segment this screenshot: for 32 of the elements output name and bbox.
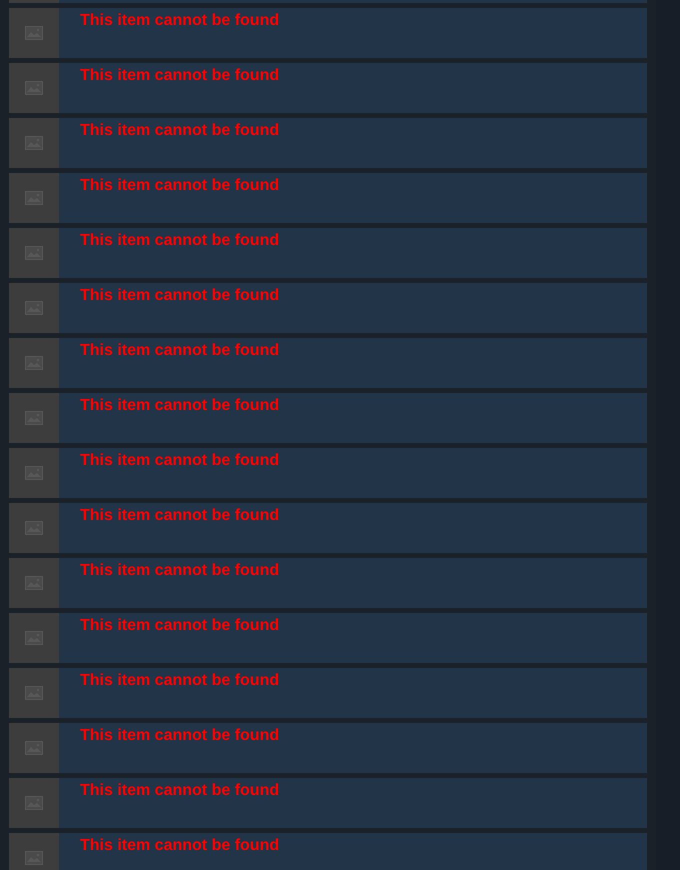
error-message: This item cannot be found <box>80 618 280 634</box>
image-placeholder-icon <box>25 26 43 40</box>
error-message: This item cannot be found <box>80 68 280 84</box>
image-placeholder-icon <box>25 686 43 700</box>
image-placeholder-icon <box>25 851 43 865</box>
error-message: This item cannot be found <box>80 178 280 194</box>
error-message: This item cannot be found <box>80 453 280 469</box>
image-placeholder-icon <box>25 246 43 260</box>
error-message: This item cannot be found <box>80 783 280 799</box>
image-placeholder-icon <box>25 521 43 535</box>
error-message: This item cannot be found <box>80 343 280 359</box>
image-placeholder-icon <box>25 576 43 590</box>
error-message: This item cannot be found <box>80 233 280 249</box>
image-placeholder-icon <box>25 741 43 755</box>
error-message: This item cannot be found <box>80 13 280 29</box>
image-placeholder-icon <box>25 136 43 150</box>
image-placeholder-icon <box>25 301 43 315</box>
image-placeholder-icon <box>25 466 43 480</box>
image-placeholder-icon <box>25 356 43 370</box>
error-message: This item cannot be found <box>80 673 280 689</box>
error-message: This item cannot be found <box>80 563 280 579</box>
error-message: This item cannot be found <box>80 728 280 744</box>
image-placeholder-icon <box>25 81 43 95</box>
error-message: This item cannot be found <box>80 508 280 524</box>
error-message: This item cannot be found <box>80 288 280 304</box>
image-placeholder-icon <box>25 796 43 810</box>
error-message: This item cannot be found <box>80 838 280 854</box>
image-placeholder-icon <box>25 191 43 205</box>
error-message: This item cannot be found <box>80 123 280 139</box>
error-message: This item cannot be found <box>80 398 280 414</box>
image-placeholder-icon <box>25 631 43 645</box>
image-placeholder-icon <box>25 411 43 425</box>
